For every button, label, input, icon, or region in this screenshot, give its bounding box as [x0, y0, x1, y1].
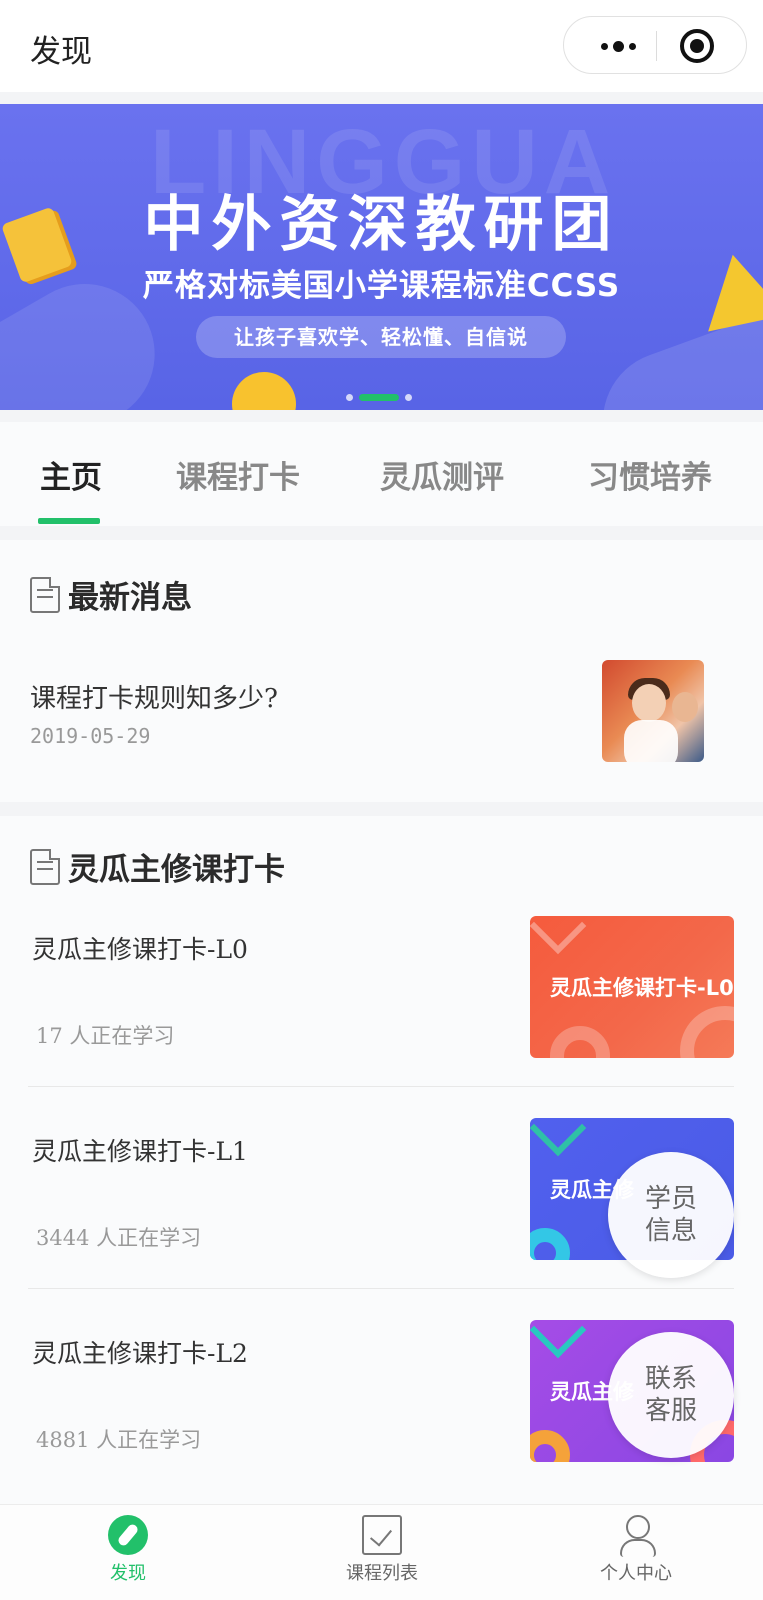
student-info-button[interactable]: 学员信息	[608, 1152, 734, 1278]
category-tabs: 主页 课程打卡 灵瓜测评 习惯培养	[0, 422, 763, 526]
mini-program-capsule	[563, 16, 747, 74]
tab-course-checkin[interactable]: 课程打卡	[176, 452, 300, 497]
active-tab-indicator	[38, 518, 100, 524]
course-thumbnail: 灵瓜主修课打卡-L0	[530, 916, 734, 1058]
banner-carousel[interactable]: LINGGUA 中外资深教研团 严格对标美国小学课程标准CCSS 让孩子喜欢学、…	[0, 104, 763, 410]
checklist-icon	[362, 1515, 402, 1555]
tabbar-label: 课程列表	[346, 1563, 418, 1584]
contact-service-button[interactable]: 联系客服	[608, 1332, 734, 1458]
more-dots-icon	[628, 42, 636, 50]
thumbnail-decoration	[680, 1006, 734, 1058]
section-title: 灵瓜主修课打卡	[68, 852, 285, 888]
course-learner-count: 4881 人正在学习	[36, 1428, 202, 1452]
ball-decoration	[232, 372, 296, 410]
capsule-divider	[656, 31, 657, 61]
tab-home[interactable]: 主页	[40, 452, 102, 497]
bottom-tabbar: 发现 课程列表 个人中心	[0, 1504, 763, 1600]
section-title: 最新消息	[68, 580, 192, 616]
tabbar-item-discover[interactable]: 发现	[48, 1515, 208, 1585]
page-title: 发现	[30, 34, 92, 70]
carousel-dot[interactable]	[346, 394, 353, 401]
compass-icon	[108, 1515, 148, 1555]
news-thumbnail-detail	[624, 720, 678, 762]
tabbar-item-course-list[interactable]: 课程列表	[302, 1515, 462, 1585]
carousel-indicator	[346, 394, 412, 401]
more-dots-icon	[612, 40, 624, 52]
divider	[28, 1288, 734, 1289]
thumbnail-decoration	[530, 916, 587, 955]
section-header: 灵瓜主修课打卡	[30, 844, 285, 889]
news-thumbnail-detail	[672, 692, 698, 722]
course-title: 灵瓜主修课打卡-L2	[32, 1339, 248, 1368]
latest-news-section: 最新消息 课程打卡规则知多少? 2019-05-29	[0, 540, 763, 802]
document-icon	[30, 576, 60, 613]
course-thumbnail-text: 灵瓜主修课打卡-L0	[550, 976, 734, 1000]
news-title: 课程打卡规则知多少?	[30, 684, 278, 714]
course-learner-count: 3444 人正在学习	[36, 1226, 202, 1250]
close-mini-program-button[interactable]	[680, 29, 714, 63]
contact-service-label: 联系客服	[644, 1364, 697, 1426]
news-date: 2019-05-29	[30, 724, 151, 748]
news-thumbnail	[602, 660, 704, 762]
course-learner-count: 17 人正在学习	[36, 1024, 175, 1048]
more-menu-button[interactable]	[586, 17, 650, 75]
carousel-dot[interactable]	[405, 394, 412, 401]
banner-slogan: 让孩子喜欢学、轻松懂、自信说	[196, 316, 566, 358]
tabbar-label: 个人中心	[600, 1563, 672, 1584]
top-navbar: 发现	[0, 0, 763, 92]
thumbnail-decoration	[530, 1118, 587, 1157]
course-title: 灵瓜主修课打卡-L0	[32, 935, 248, 964]
thumbnail-decoration	[530, 1430, 570, 1462]
thumbnail-decoration	[530, 1228, 570, 1260]
course-title: 灵瓜主修课打卡-L1	[32, 1137, 248, 1166]
section-header: 最新消息	[30, 572, 192, 617]
document-icon	[30, 848, 60, 885]
tabbar-item-profile[interactable]: 个人中心	[556, 1515, 716, 1585]
divider	[28, 1086, 734, 1087]
news-thumbnail-detail	[632, 684, 666, 722]
course-item[interactable]: 灵瓜主修课打卡-L0 17 人正在学习 灵瓜主修课打卡-L0	[0, 916, 763, 1120]
thumbnail-decoration	[550, 1026, 610, 1058]
more-dots-icon	[600, 42, 608, 50]
tab-assessment[interactable]: 灵瓜测评	[380, 452, 504, 497]
tabbar-label: 发现	[110, 1563, 146, 1584]
tab-habit-training[interactable]: 习惯培养	[588, 452, 712, 497]
banner-title: 中外资深教研团	[143, 190, 620, 260]
thumbnail-decoration	[530, 1320, 587, 1359]
user-icon	[616, 1515, 656, 1557]
carousel-dot-active[interactable]	[359, 394, 399, 401]
student-info-label: 学员信息	[644, 1184, 697, 1246]
banner-subtitle: 严格对标美国小学课程标准CCSS	[142, 268, 621, 304]
